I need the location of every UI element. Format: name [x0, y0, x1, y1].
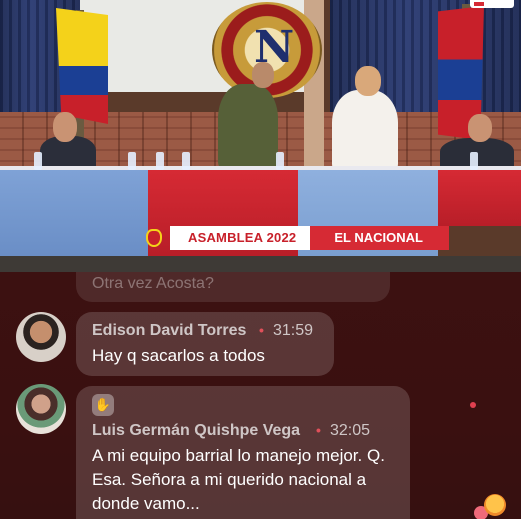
live-indicator-icon	[470, 0, 514, 8]
flag-left	[56, 8, 108, 124]
chat-separator: •	[259, 322, 264, 338]
chat-separator: •	[316, 422, 321, 438]
stage-floor	[0, 256, 521, 272]
banner-event-title: ASAMBLEA 2022	[170, 226, 311, 250]
user-avatar-icon[interactable]	[16, 312, 66, 362]
user-avatar-icon[interactable]	[16, 384, 66, 434]
chat-timestamp: 31:59	[273, 322, 314, 339]
water-bottle	[128, 152, 136, 170]
person-speaker-head	[355, 66, 381, 96]
water-bottle	[182, 152, 190, 170]
club-logo-icon	[146, 229, 162, 247]
chat-timestamp: 32:05	[330, 422, 371, 439]
chat-message-text: Hay q sacarlos a todos	[92, 346, 265, 365]
tablecloth-blue-left	[0, 170, 148, 256]
water-bottle	[276, 152, 284, 170]
raised-hand-icon: ✋	[92, 394, 114, 416]
video-player[interactable]: N ASAMBLEA 2022 EL NACIONAL	[0, 0, 521, 272]
water-bottle	[34, 152, 42, 170]
person-soldier	[218, 84, 278, 170]
tablecloth-red-right	[438, 170, 521, 226]
person-speaker	[332, 90, 398, 172]
angry-face-reaction-icon[interactable]	[484, 494, 506, 516]
water-bottle	[156, 152, 164, 170]
live-chat[interactable]: Otra vez Acosta? Edison David Torres • 3…	[0, 272, 521, 519]
banner-channel-name: EL NACIONAL	[310, 226, 449, 250]
person-soldier-head	[252, 62, 274, 88]
person-seated-left-head	[53, 112, 77, 142]
chat-message-faded: Otra vez Acosta?	[76, 272, 390, 302]
water-bottle	[470, 152, 478, 170]
broadcast-lower-third: ASAMBLEA 2022 EL NACIONAL	[146, 226, 449, 250]
person-seated-right-head	[468, 114, 492, 142]
chat-message-text: A mi equipo barrial lo manejo mejor. Q. …	[92, 446, 385, 513]
chat-author-name[interactable]: Edison David Torres	[92, 322, 246, 340]
reaction-dot-icon	[470, 402, 476, 408]
chat-author-name[interactable]: Luis Germán Quishpe Vega	[92, 422, 300, 440]
